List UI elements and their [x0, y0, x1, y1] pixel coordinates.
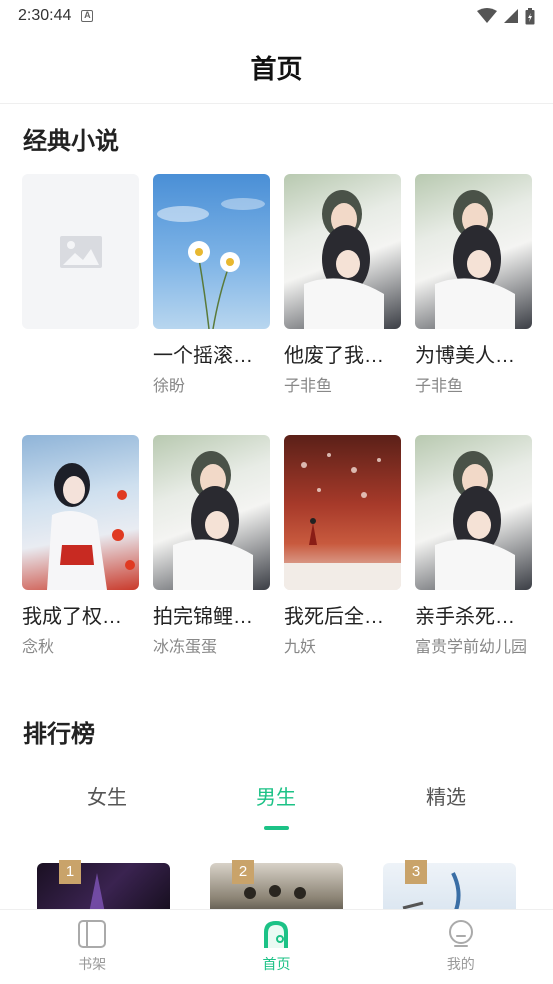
profile-icon	[448, 920, 473, 947]
book-title: 他废了我…	[284, 345, 384, 367]
book-title: 一个摇滚…	[153, 345, 253, 367]
status-icons	[477, 7, 535, 25]
book-card[interactable]: 我死后全… 九妖	[284, 435, 401, 660]
book-cover-image	[284, 174, 401, 329]
book-cover-image	[22, 435, 139, 590]
girl-water-illustration	[47, 463, 135, 590]
status-bar: 2:30:44 A	[0, 0, 553, 32]
book-author: 冰冻蛋蛋	[153, 639, 218, 656]
book-cover-placeholder	[22, 174, 139, 329]
book-author: 子非鱼	[284, 378, 333, 395]
book-cover-image	[153, 174, 270, 329]
nav-home[interactable]: 首页	[184, 910, 368, 984]
book-cover-image	[415, 174, 532, 329]
book-author: 九妖	[284, 639, 317, 656]
couple-illustration	[304, 190, 384, 329]
nav-label: 我的	[446, 956, 475, 972]
book-author: 徐盼	[153, 378, 186, 395]
signal-icon	[504, 9, 518, 23]
book-title: 我成了权…	[22, 606, 122, 628]
book-card[interactable]: 亲手杀死… 富贵学前幼儿园	[415, 435, 532, 660]
book-card[interactable]	[22, 174, 139, 399]
rank-number-badge: 2	[232, 860, 254, 884]
book-card[interactable]: 一个摇滚… 徐盼	[153, 174, 270, 399]
page-title: 首页	[250, 54, 303, 84]
book-title: 我死后全…	[284, 606, 384, 628]
image-placeholder-icon	[59, 235, 102, 268]
book-title: 亲手杀死…	[415, 606, 515, 628]
flowers-illustration	[157, 198, 265, 329]
tab-featured[interactable]: 精选	[386, 780, 506, 816]
active-tab-indicator	[264, 826, 289, 830]
ranking-section-title: 排行榜	[23, 721, 95, 748]
notification-a-icon: A	[81, 10, 94, 22]
home-icon	[264, 921, 289, 948]
couple-illustration	[173, 451, 253, 590]
rank-number-badge: 3	[405, 860, 427, 884]
book-card[interactable]: 拍完锦鲤… 冰冻蛋蛋	[153, 435, 270, 660]
book-card[interactable]: 为博美人… 子非鱼	[415, 174, 532, 399]
book-card[interactable]: 我成了权… 念秋	[22, 435, 139, 660]
book-title: 为博美人…	[415, 345, 515, 367]
wifi-icon	[477, 8, 497, 23]
classic-books-row-1: 一个摇滚… 徐盼 他废了我… 子非鱼 为博美人… 子非鱼	[22, 174, 532, 399]
classic-books-row-2: 我成了权… 念秋 拍完锦鲤… 冰冻蛋蛋 我死后全… 九妖 亲手杀死… 富贵学前幼…	[22, 435, 532, 660]
book-author: 富贵学前幼儿园	[415, 639, 528, 656]
red-wall-snow-illustration	[284, 453, 401, 590]
nav-bookshelf[interactable]: 书架	[0, 910, 184, 984]
status-time: 2:30:44	[18, 7, 72, 24]
couple-illustration	[435, 451, 515, 590]
book-cover-image	[153, 435, 270, 590]
bookshelf-icon	[78, 920, 107, 948]
rank-number-badge: 1	[59, 860, 81, 884]
bottom-navigation: 书架 首页 我的	[0, 909, 553, 984]
classic-section-title: 经典小说	[23, 128, 119, 155]
nav-profile[interactable]: 我的	[369, 910, 553, 984]
book-cover-image	[415, 435, 532, 590]
book-cover-image	[284, 435, 401, 590]
ranking-tabs: 女生 男生 精选	[0, 780, 553, 820]
nav-label: 书架	[78, 956, 107, 972]
tab-male[interactable]: 男生	[216, 780, 336, 816]
page-header: 首页	[0, 32, 553, 104]
book-author: 念秋	[22, 639, 55, 656]
ranking-list: 1 2 3	[0, 860, 553, 923]
tab-female[interactable]: 女生	[47, 780, 167, 816]
battery-icon	[525, 7, 535, 24]
book-title: 拍完锦鲤…	[153, 606, 253, 628]
book-card[interactable]: 他废了我… 子非鱼	[284, 174, 401, 399]
couple-illustration	[435, 190, 515, 329]
book-author: 子非鱼	[415, 378, 464, 395]
nav-label: 首页	[262, 956, 291, 972]
